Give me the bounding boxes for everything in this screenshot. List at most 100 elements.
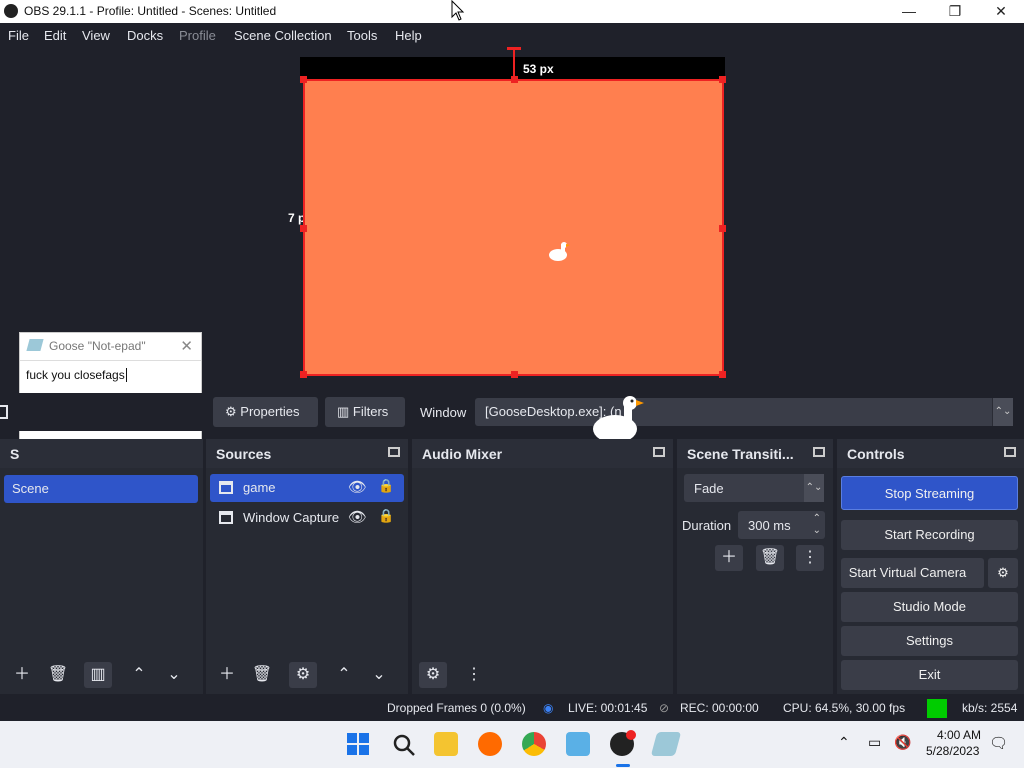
notepad-close-icon[interactable]: ✕ bbox=[180, 337, 193, 355]
resize-handle[interactable] bbox=[511, 76, 518, 83]
top-measure-cap bbox=[507, 47, 521, 50]
exit-button[interactable]: Exit bbox=[841, 660, 1018, 690]
resize-handle[interactable] bbox=[511, 371, 518, 378]
add-transition-button[interactable]: ＋ bbox=[715, 545, 743, 571]
transition-select-value: Fade bbox=[694, 481, 724, 496]
source-item-label: Window Capture bbox=[243, 510, 340, 525]
window-label: Window bbox=[420, 405, 467, 420]
scene-filters-button[interactable]: ▥ bbox=[84, 662, 112, 688]
preview-canvas[interactable] bbox=[300, 76, 726, 378]
updown-arrow-icon[interactable]: ⌃⌄ bbox=[813, 513, 821, 537]
lock-icon[interactable]: 🔒 bbox=[378, 508, 394, 524]
resize-handle[interactable] bbox=[300, 76, 307, 83]
filters-button[interactable]: ▥ Filters bbox=[325, 397, 405, 427]
maximize-button[interactable]: ❐ bbox=[932, 0, 978, 23]
eye-icon[interactable]: 👁 bbox=[348, 478, 367, 496]
resize-handle[interactable] bbox=[719, 76, 726, 83]
add-scene-button[interactable]: ＋ bbox=[8, 662, 36, 688]
scenes-dock: S Scene ＋ 🗑 ▥ ⌃ ⌄ bbox=[0, 439, 203, 694]
duration-spinbox[interactable]: 300 ms ⌃ ⌄ bbox=[738, 511, 825, 539]
windows-start-icon[interactable] bbox=[347, 733, 370, 756]
lock-icon[interactable]: 🔒 bbox=[378, 478, 394, 494]
properties-button[interactable]: ⚙ Properties bbox=[213, 397, 318, 427]
start-virtual-camera-button[interactable]: Start Virtual Camera bbox=[841, 558, 984, 588]
close-button[interactable]: ✕ bbox=[978, 0, 1024, 23]
notepad-text: fuck you closefags bbox=[26, 368, 125, 382]
transition-select[interactable]: Fade ⌃⌄ bbox=[684, 474, 824, 502]
move-scene-down-button[interactable]: ⌄ bbox=[160, 662, 188, 688]
notepad-text-area[interactable]: fuck you closefags bbox=[20, 361, 201, 389]
store-icon[interactable] bbox=[566, 732, 590, 756]
notification-badge bbox=[626, 730, 636, 740]
menu-docks[interactable]: Docks bbox=[127, 28, 163, 43]
audio-menu-button[interactable]: ⋮ bbox=[460, 662, 488, 688]
firefox-icon[interactable] bbox=[478, 732, 502, 756]
add-source-button[interactable]: ＋ bbox=[213, 662, 241, 688]
eye-icon[interactable]: 👁 bbox=[348, 508, 367, 526]
audio-mixer-header: Audio Mixer bbox=[412, 439, 673, 468]
remove-scene-button[interactable]: 🗑 bbox=[44, 662, 72, 688]
settings-button[interactable]: Settings bbox=[841, 626, 1018, 656]
gear-icon: ⚙ bbox=[997, 565, 1009, 580]
controls-dock: Controls Stop Streaming Start Recording … bbox=[837, 439, 1024, 694]
duration-value: 300 ms bbox=[748, 518, 791, 533]
audio-mixer-title: Audio Mixer bbox=[422, 446, 503, 462]
sources-dock: Sources game 👁 🔒 Window Capture 👁 🔒 ＋ 🗑 … bbox=[206, 439, 408, 694]
resize-handle[interactable] bbox=[300, 225, 307, 232]
menu-scene-collection[interactable]: Scene Collection bbox=[234, 28, 332, 43]
menu-view[interactable]: View bbox=[82, 28, 110, 43]
menu-edit[interactable]: Edit bbox=[44, 28, 66, 43]
remove-transition-button[interactable]: 🗑 bbox=[756, 545, 784, 571]
goose-notepad-taskbar-icon[interactable] bbox=[650, 732, 682, 756]
virtual-camera-settings-button[interactable]: ⚙ bbox=[988, 558, 1018, 588]
source-properties-button[interactable]: ⚙ bbox=[289, 662, 317, 688]
remove-source-button[interactable]: 🗑 bbox=[248, 662, 276, 688]
active-app-indicator bbox=[616, 764, 630, 767]
move-source-up-button[interactable]: ⌃ bbox=[330, 662, 358, 688]
audio-settings-button[interactable]: ⚙ bbox=[419, 662, 447, 688]
studio-mode-button[interactable]: Studio Mode bbox=[841, 592, 1018, 622]
undock-icon[interactable] bbox=[1004, 447, 1016, 457]
menu-tools[interactable]: Tools bbox=[347, 28, 377, 43]
menu-file[interactable]: File bbox=[8, 28, 29, 43]
scene-item[interactable]: Scene bbox=[4, 475, 198, 503]
undock-icon[interactable] bbox=[388, 447, 400, 457]
stop-streaming-button[interactable]: Stop Streaming bbox=[841, 476, 1018, 510]
search-icon[interactable] bbox=[392, 733, 416, 757]
move-scene-up-button[interactable]: ⌃ bbox=[125, 662, 153, 688]
notepad-title: Goose "Not-epad" bbox=[49, 339, 146, 353]
file-explorer-icon[interactable] bbox=[434, 732, 458, 756]
resize-handle[interactable] bbox=[719, 225, 726, 232]
monitor-icon[interactable]: ▭ bbox=[868, 734, 881, 751]
source-item-window-capture[interactable]: Window Capture 👁 🔒 bbox=[210, 504, 404, 532]
source-item-game[interactable]: game 👁 🔒 bbox=[210, 474, 404, 502]
menu-help[interactable]: Help bbox=[395, 28, 422, 43]
updown-arrow-icon[interactable]: ⌃⌄ bbox=[804, 474, 824, 502]
window-select[interactable]: [GooseDesktop.exe]: (n ⌃⌄ bbox=[475, 398, 1013, 426]
connection-status-indicator bbox=[927, 699, 947, 718]
chevron-up-icon[interactable]: ⌃ bbox=[838, 734, 850, 751]
clock-date[interactable]: 5/28/2023 bbox=[926, 744, 979, 758]
top-measure-label: 53 px bbox=[523, 62, 554, 76]
cpu-usage: CPU: 64.5%, 30.00 fps bbox=[783, 701, 906, 715]
clock-time[interactable]: 4:00 AM bbox=[937, 728, 981, 742]
resize-handle[interactable] bbox=[300, 371, 307, 378]
window-title: OBS 29.1.1 - Profile: Untitled - Scenes:… bbox=[24, 4, 277, 18]
volume-mute-icon[interactable]: 🔇 bbox=[894, 734, 911, 751]
menu-profile[interactable]: Profile bbox=[179, 28, 216, 43]
undock-icon[interactable] bbox=[813, 447, 825, 457]
sources-header: Sources bbox=[206, 439, 408, 468]
move-source-down-button[interactable]: ⌄ bbox=[365, 662, 393, 688]
transition-menu-button[interactable]: ⋮ bbox=[796, 545, 824, 571]
resize-handle[interactable] bbox=[719, 371, 726, 378]
minimize-button[interactable]: — bbox=[886, 0, 932, 23]
scene-transitions-dock: Scene Transiti... Fade ⌃⌄ Duration 300 m… bbox=[677, 439, 833, 694]
start-recording-button[interactable]: Start Recording bbox=[841, 520, 1018, 550]
gear-icon: ⚙ bbox=[225, 404, 237, 419]
transitions-header: Scene Transiti... bbox=[677, 439, 833, 468]
updown-arrow-icon[interactable]: ⌃⌄ bbox=[992, 398, 1013, 426]
notification-center-icon[interactable]: 🗨 bbox=[989, 734, 1008, 752]
chrome-icon[interactable] bbox=[522, 732, 546, 756]
menu-bar: File Edit View Docks Profile Scene Colle… bbox=[0, 23, 1024, 47]
undock-icon[interactable] bbox=[653, 447, 665, 457]
